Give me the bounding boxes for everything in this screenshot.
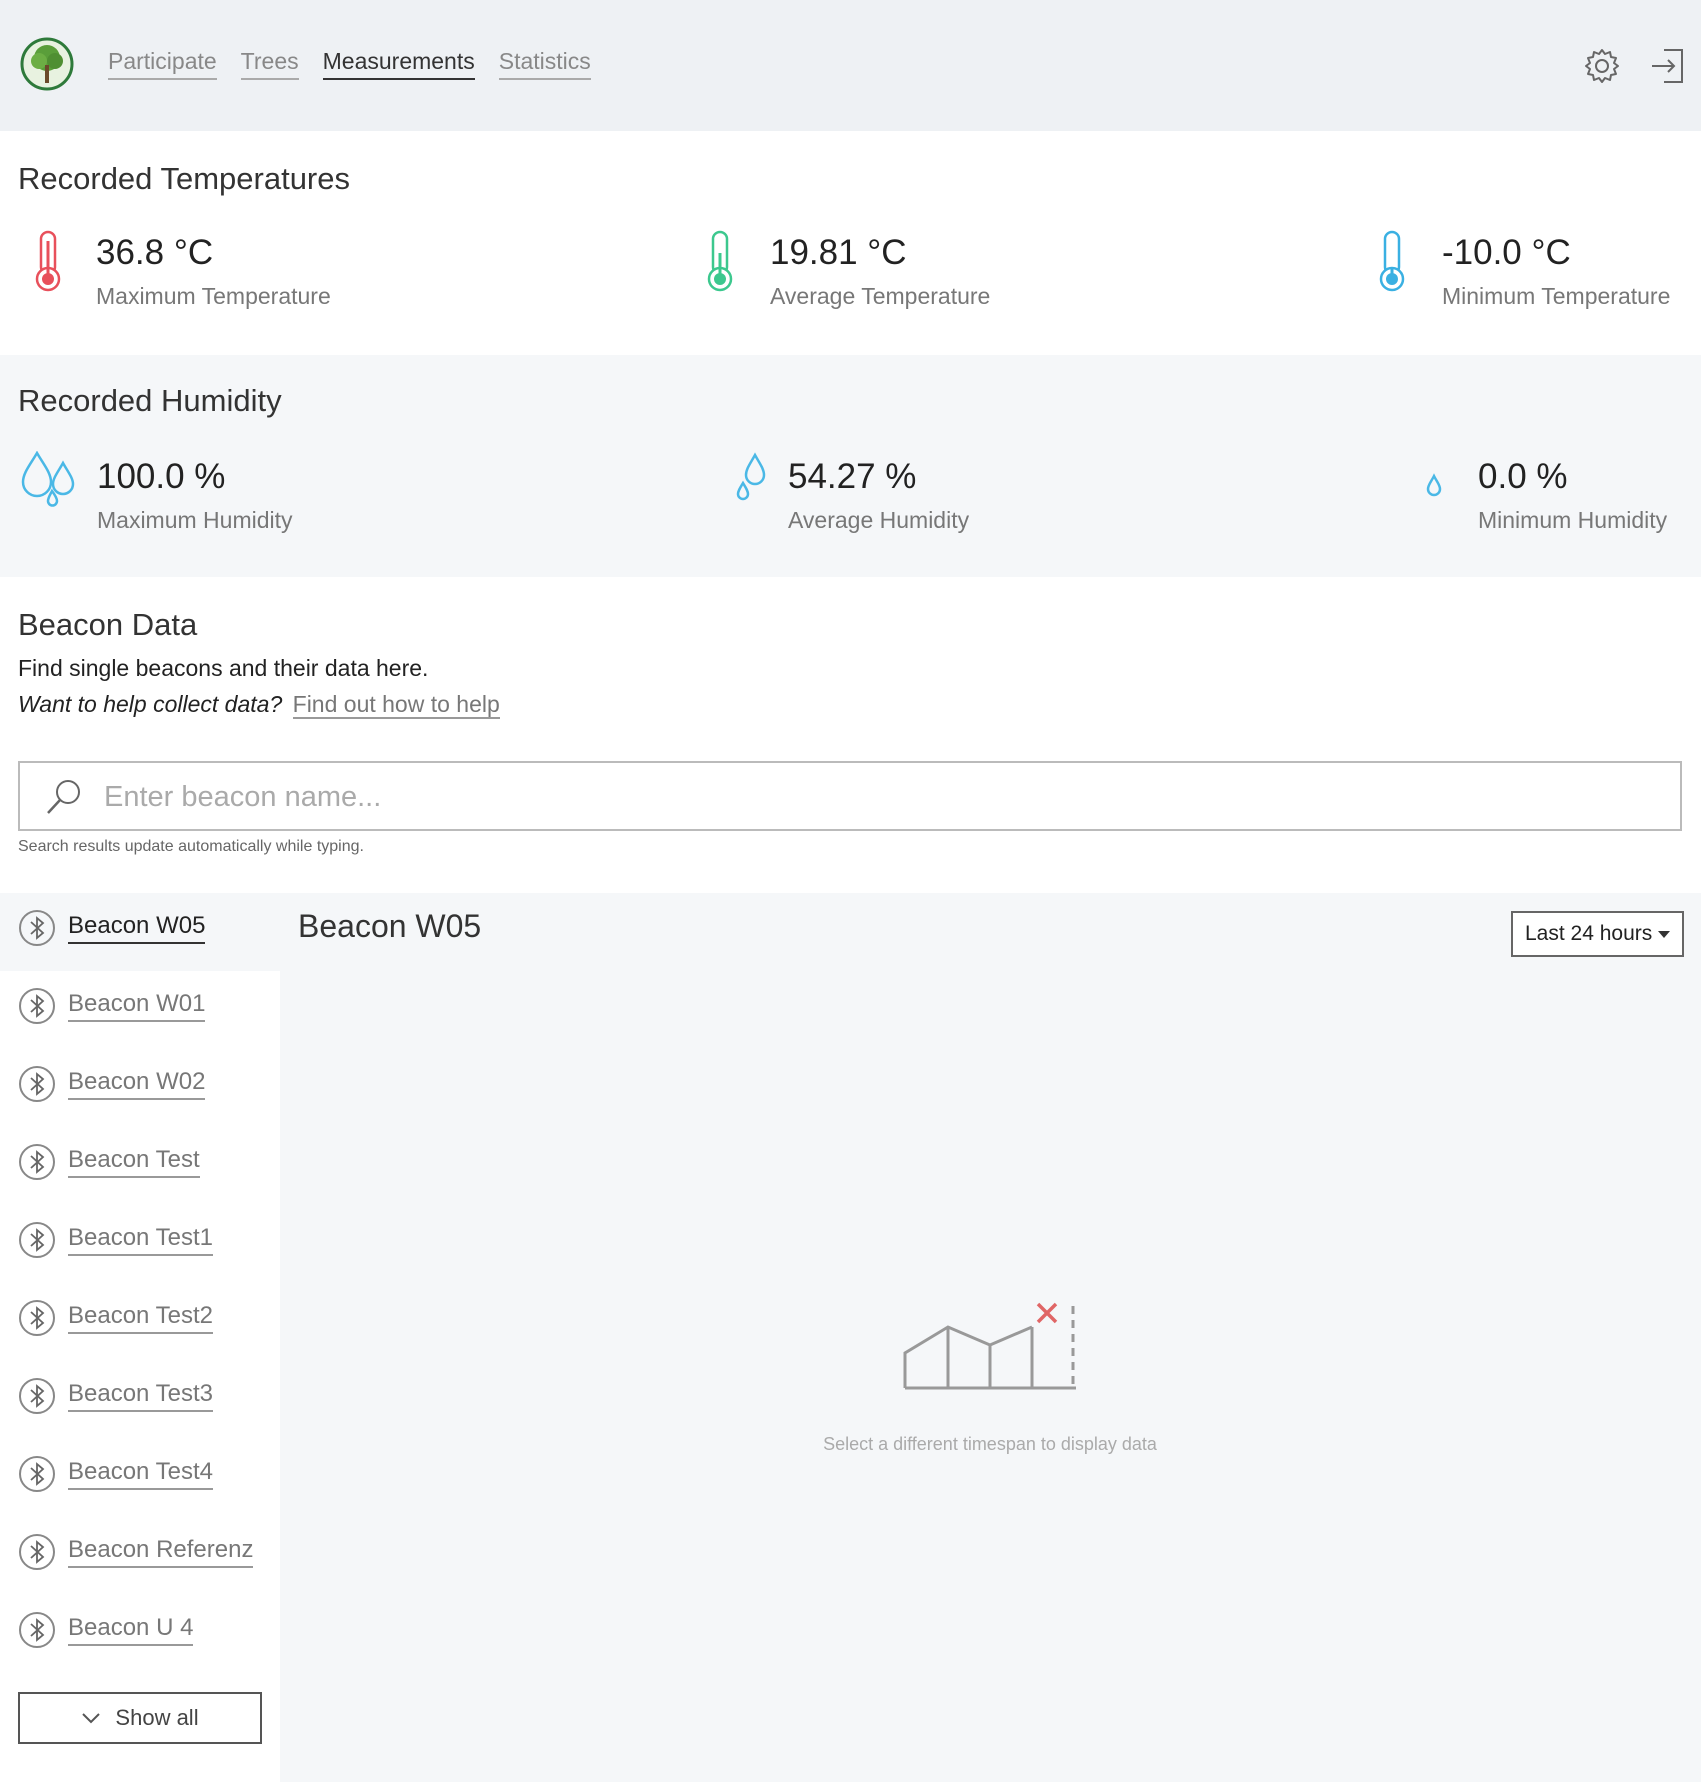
bluetooth-icon <box>19 1456 55 1492</box>
nav-participate[interactable]: Participate <box>108 48 217 80</box>
timespan-dropdown[interactable]: Last 24 hours <box>1511 911 1684 957</box>
avg-temperature-value: 19.81 °C <box>770 233 907 272</box>
beacon-detail-title: Beacon W05 <box>298 908 482 944</box>
sign-in-icon[interactable] <box>1648 46 1688 86</box>
bluetooth-icon <box>19 1378 55 1414</box>
beacon-item-label: Beacon W02 <box>68 1068 206 1100</box>
beacon-item-label: Beacon U 4 <box>68 1614 194 1646</box>
show-all-button[interactable]: Show all <box>18 1692 262 1744</box>
empty-chart-message: Select a different timespan to display d… <box>823 1434 1157 1454</box>
beacon-item-test3[interactable]: Beacon Test3 <box>18 1372 213 1420</box>
droplet-small-icon <box>1426 473 1442 497</box>
nav-statistics[interactable]: Statistics <box>498 48 591 80</box>
tree-logo-icon[interactable] <box>20 37 74 91</box>
thermometer-hot-icon <box>35 230 61 292</box>
beacon-item-label: Beacon W05 <box>68 912 206 944</box>
droplets-medium-icon <box>736 452 766 501</box>
temperature-section-title: Recorded Temperatures <box>18 161 350 196</box>
timespan-selected: Last 24 hours <box>1525 922 1653 945</box>
show-all-label: Show all <box>115 1705 199 1730</box>
nav-trees[interactable]: Trees <box>240 48 299 80</box>
search-icon <box>47 780 80 814</box>
max-temperature-value: 36.8 °C <box>96 233 214 272</box>
beacon-item-w05[interactable]: Beacon W05 <box>18 904 206 952</box>
min-humidity-value: 0.0 % <box>1478 457 1568 496</box>
min-temperature-label: Minimum Temperature <box>1442 283 1671 309</box>
avg-humidity-value: 54.27 % <box>788 457 917 496</box>
beacon-item-w02[interactable]: Beacon W02 <box>18 1060 206 1108</box>
beacon-data-description: Find single beacons and their data here. <box>18 655 429 681</box>
beacon-item-label: Beacon Test2 <box>68 1302 213 1334</box>
beacon-item-label: Beacon Referenz <box>68 1536 254 1568</box>
bluetooth-icon <box>19 910 55 946</box>
find-out-how-to-help-link[interactable]: Find out how to help <box>292 691 500 719</box>
min-temperature-value: -10.0 °C <box>1442 233 1571 272</box>
avg-humidity-label: Average Humidity <box>788 507 970 533</box>
search-hint: Search results update automatically whil… <box>18 838 364 855</box>
beacon-item-test2[interactable]: Beacon Test2 <box>18 1294 213 1342</box>
beacon-item-u4[interactable]: Beacon U 4 <box>18 1606 194 1654</box>
humidity-section-title: Recorded Humidity <box>18 383 282 418</box>
beacon-item-referenz[interactable]: Beacon Referenz <box>18 1528 254 1576</box>
bluetooth-icon <box>19 1534 55 1570</box>
min-humidity-label: Minimum Humidity <box>1478 507 1668 533</box>
bluetooth-icon <box>19 1612 55 1648</box>
beacon-item-test4[interactable]: Beacon Test4 <box>18 1450 213 1498</box>
bluetooth-icon <box>19 988 55 1024</box>
beacon-item-test[interactable]: Beacon Test <box>18 1138 200 1186</box>
bluetooth-icon <box>19 1300 55 1336</box>
help-question: Want to help collect data? <box>18 691 283 717</box>
beacon-item-label: Beacon Test3 <box>68 1380 213 1412</box>
caret-down-icon <box>1658 931 1670 938</box>
main-nav: Participate Trees Measurements Statistic… <box>108 48 591 80</box>
avg-temperature-label: Average Temperature <box>770 283 991 309</box>
nav-measurements[interactable]: Measurements <box>322 48 475 80</box>
max-humidity-label: Maximum Humidity <box>97 507 293 533</box>
beacon-search-input[interactable] <box>102 773 1666 821</box>
no-data-chart-icon <box>903 1302 1076 1390</box>
thermometer-cold-icon <box>1379 230 1405 292</box>
humidity-section: Recorded Humidity 100.0 % Maximum Humidi… <box>0 355 1701 577</box>
chevron-down-icon <box>82 1713 101 1724</box>
bluetooth-icon <box>19 1144 55 1180</box>
beacon-search-box[interactable] <box>18 761 1682 831</box>
bluetooth-icon <box>19 1066 55 1102</box>
beacon-item-label: Beacon Test <box>68 1146 200 1178</box>
beacon-item-label: Beacon Test4 <box>68 1458 213 1490</box>
top-header: Participate Trees Measurements Statistic… <box>0 0 1701 131</box>
bluetooth-icon <box>19 1222 55 1258</box>
droplets-large-icon <box>21 451 75 507</box>
settings-gear-icon[interactable] <box>1582 46 1622 86</box>
thermometer-mid-icon <box>707 230 733 292</box>
max-humidity-value: 100.0 % <box>97 457 226 496</box>
beacon-item-w01[interactable]: Beacon W01 <box>18 982 206 1030</box>
help-line: Want to help collect data? Find out how … <box>18 691 500 719</box>
beacon-detail-panel: Beacon W05 Beacon W01 Beacon W02 Beacon … <box>0 893 1701 1782</box>
beacon-data-title: Beacon Data <box>18 607 198 642</box>
temperature-section: Recorded Temperatures 36.8 °C Maximum Te… <box>0 131 1701 355</box>
beacon-item-label: Beacon Test1 <box>68 1224 213 1256</box>
beacon-item-test1[interactable]: Beacon Test1 <box>18 1216 213 1264</box>
beacon-item-label: Beacon W01 <box>68 990 206 1022</box>
max-temperature-label: Maximum Temperature <box>96 283 331 309</box>
